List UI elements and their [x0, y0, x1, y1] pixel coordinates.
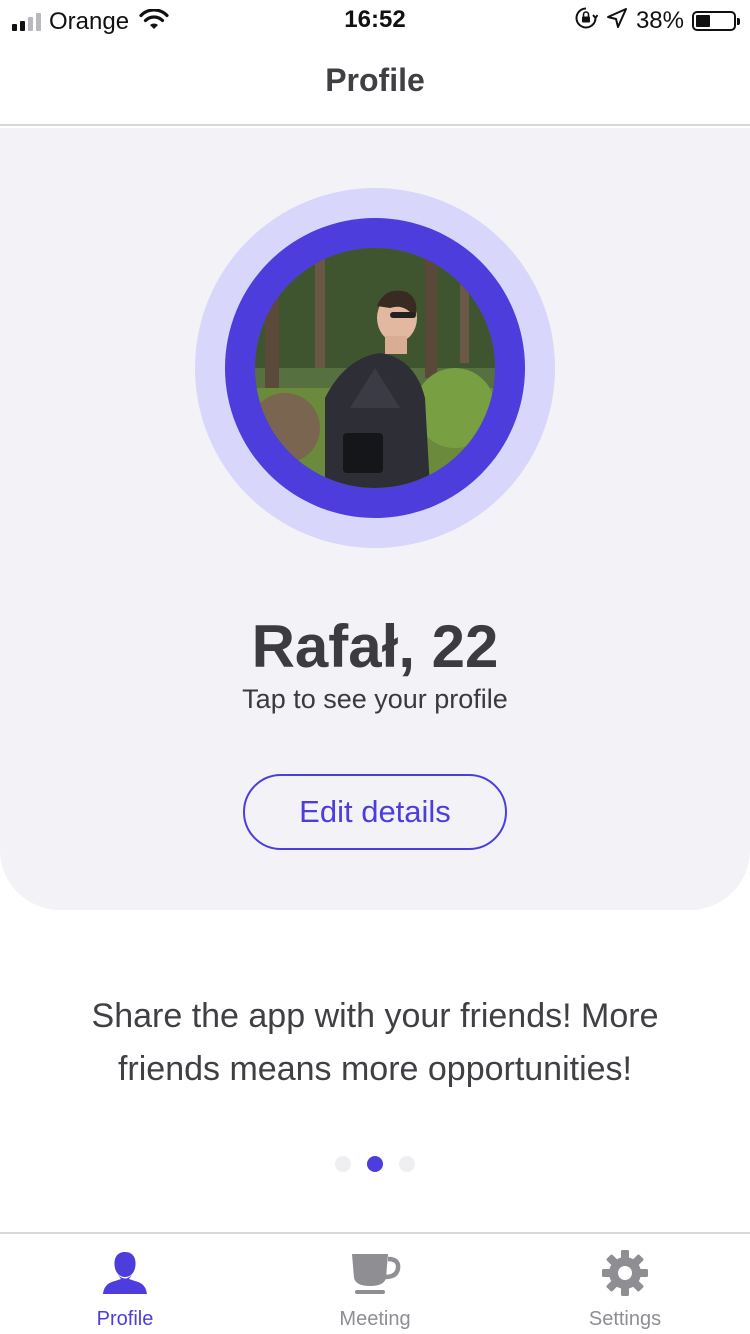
- battery-fill: [696, 14, 710, 27]
- tab-meeting-label: Meeting: [339, 1308, 411, 1330]
- cup-icon: [349, 1248, 401, 1298]
- avatar-halo: [195, 188, 555, 548]
- avatar[interactable]: [255, 248, 495, 488]
- edit-details-button[interactable]: Edit details: [243, 774, 507, 850]
- battery-percent: 38%: [635, 6, 684, 34]
- page-dot[interactable]: [367, 1156, 383, 1172]
- avatar-ring: [225, 218, 525, 518]
- page-dot[interactable]: [399, 1156, 415, 1172]
- page-title: Profile: [325, 62, 425, 98]
- profile-card[interactable]: Rafał, 22 Tap to see your profile Edit d…: [0, 128, 750, 910]
- person-icon: [101, 1248, 149, 1298]
- tab-settings[interactable]: Settings: [500, 1234, 750, 1334]
- avatar-photo-illustration: [255, 248, 495, 488]
- status-bar: Orange 16:52 38%: [0, 0, 750, 40]
- share-message: Share the app with your friends! More fr…: [91, 997, 659, 1088]
- profile-name[interactable]: Rafał, 22: [0, 612, 750, 681]
- navigation-bar: Profile: [0, 40, 750, 126]
- tab-profile-label: Profile: [96, 1308, 154, 1330]
- tab-meeting[interactable]: Meeting: [250, 1234, 500, 1334]
- profile-subtitle[interactable]: Tap to see your profile: [0, 684, 750, 715]
- tab-profile[interactable]: Profile: [0, 1234, 250, 1334]
- tab-settings-label: Settings: [588, 1308, 662, 1330]
- tab-bar: Profile Meeting Settings: [0, 1232, 750, 1334]
- location-icon: [606, 7, 628, 34]
- gear-icon: [601, 1248, 649, 1298]
- battery-icon: [692, 10, 740, 31]
- battery-tip: [737, 17, 740, 25]
- page-dot[interactable]: [335, 1156, 351, 1172]
- page-indicator[interactable]: [0, 1156, 750, 1172]
- orientation-lock-icon: [574, 6, 599, 35]
- status-right: 38%: [574, 6, 740, 35]
